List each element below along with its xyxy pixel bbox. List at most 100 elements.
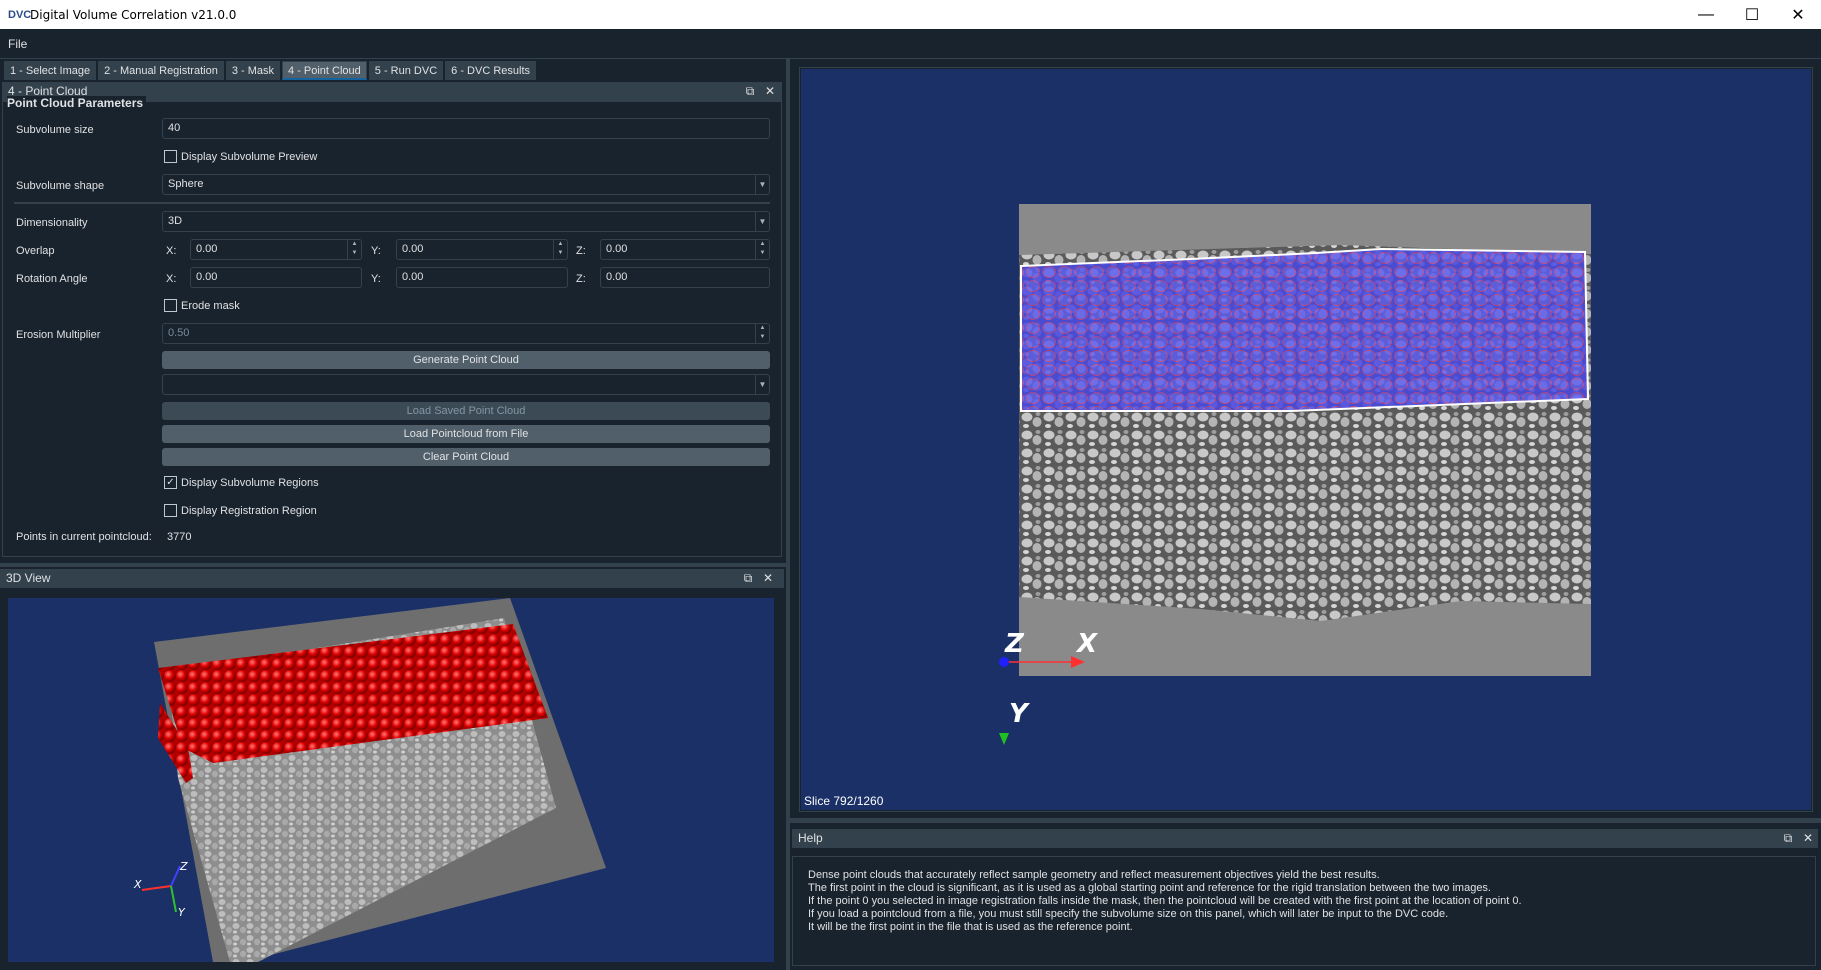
- display-registration-region-checkbox[interactable]: Display Registration Region: [164, 504, 317, 517]
- checkbox-box: [164, 504, 177, 517]
- display-registration-region-label: Display Registration Region: [181, 504, 317, 517]
- help-text: Dense point clouds that accurately refle…: [808, 869, 1522, 934]
- mask-overlay: [1020, 247, 1590, 412]
- vertical-splitter[interactable]: [786, 59, 790, 970]
- viewer2d-render: Z X Y: [999, 204, 1591, 745]
- generate-point-cloud-button[interactable]: Generate Point Cloud: [162, 351, 770, 369]
- title-bar: DVC Digital Volume Correlation v21.0.0 —…: [0, 0, 1821, 29]
- view3d-axes-widget: X Z Y: [133, 860, 188, 919]
- axis-x-label: X: [1075, 629, 1099, 659]
- tab-run-dvc[interactable]: 5 - Run DVC: [368, 61, 444, 80]
- viewer2d-viewport[interactable]: Z X Y: [801, 69, 1811, 810]
- float-icon[interactable]: ⧉: [1780, 829, 1796, 848]
- spin-arrows-icon[interactable]: ▲ ▼: [755, 324, 769, 343]
- float-icon[interactable]: ⧉: [740, 569, 756, 588]
- axis-y-label: Y: [1009, 699, 1031, 729]
- menu-file[interactable]: File: [8, 37, 27, 51]
- view3d-panel-header: 3D View ⧉ ✕: [0, 569, 784, 588]
- axis-x-label: X: [133, 878, 142, 891]
- checkbox-box: [164, 299, 177, 312]
- subvolume-shape-select[interactable]: Sphere ▼: [162, 174, 770, 195]
- subvolume-size-label: Subvolume size: [16, 124, 94, 136]
- points-count-label: Points in current pointcloud:: [16, 531, 152, 543]
- tab-dvc-results[interactable]: 6 - DVC Results: [445, 61, 536, 80]
- view3d-panel-title: 3D View: [6, 571, 51, 585]
- menu-bar: File: [0, 29, 1821, 59]
- erode-mask-label: Erode mask: [181, 299, 240, 312]
- slice-indicator: Slice 792/1260: [804, 794, 884, 808]
- rotation-y-input[interactable]: 0.00: [396, 267, 568, 288]
- display-subvolume-regions-checkbox[interactable]: ✓ Display Subvolume Regions: [164, 476, 319, 489]
- help-line: If the point 0 you selected in image reg…: [808, 895, 1522, 907]
- chevron-down-icon: ▼: [755, 175, 769, 194]
- overlap-x-value: 0.00: [196, 243, 218, 255]
- view3d-viewport[interactable]: X Z Y: [8, 598, 774, 962]
- subvolume-shape-value: Sphere: [168, 178, 204, 190]
- help-panel-header: Help ⧉ ✕: [792, 829, 1818, 848]
- axis-z-label: Z: [1004, 629, 1025, 659]
- dimensionality-select[interactable]: 3D ▼: [162, 211, 770, 232]
- subvolume-shape-label: Subvolume shape: [16, 180, 105, 192]
- load-saved-point-cloud-button[interactable]: Load Saved Point Cloud: [162, 402, 770, 420]
- clear-point-cloud-button[interactable]: Clear Point Cloud: [162, 448, 770, 466]
- overlap-z-label: Z:: [576, 245, 586, 257]
- maximize-icon[interactable]: ☐: [1729, 0, 1775, 29]
- close-icon[interactable]: ✕: [760, 569, 776, 588]
- erosion-multiplier-value: 0.50: [168, 327, 190, 339]
- pointcloud-select[interactable]: ▼: [162, 374, 770, 395]
- tab-point-cloud[interactable]: 4 - Point Cloud: [282, 61, 367, 80]
- rotation-x-label: X:: [166, 273, 177, 285]
- checkbox-box: [164, 150, 177, 163]
- rotation-x-input[interactable]: 0.00: [190, 267, 362, 288]
- chevron-down-icon: ▼: [755, 375, 769, 394]
- group-title: Point Cloud Parameters: [7, 96, 147, 110]
- close-icon[interactable]: ✕: [1775, 0, 1821, 29]
- help-splitter[interactable]: [790, 818, 1821, 823]
- overlap-x-spinbox[interactable]: 0.00 ▲ ▼: [190, 239, 362, 260]
- checkmark-icon: ✓: [164, 476, 177, 489]
- help-line: The first point in the cloud is signific…: [808, 882, 1491, 894]
- view3d-render: X Z Y: [133, 598, 606, 962]
- load-pointcloud-from-file-button[interactable]: Load Pointcloud from File: [162, 425, 770, 443]
- overlap-x-label: X:: [166, 245, 177, 257]
- close-icon[interactable]: ✕: [1800, 829, 1816, 848]
- spin-arrows-icon[interactable]: ▲ ▼: [347, 240, 361, 259]
- window-title: Digital Volume Correlation v21.0.0: [30, 7, 237, 22]
- overlap-y-label: Y:: [371, 245, 381, 257]
- close-icon[interactable]: ✕: [762, 82, 778, 101]
- tab-mask[interactable]: 3 - Mask: [225, 61, 281, 80]
- overlap-y-value: 0.00: [402, 243, 424, 255]
- overlap-z-spinbox[interactable]: 0.00 ▲ ▼: [600, 239, 770, 260]
- spin-arrows-icon[interactable]: ▲ ▼: [755, 240, 769, 259]
- divider: [14, 202, 770, 204]
- minimize-icon[interactable]: —: [1683, 0, 1729, 29]
- display-subvolume-regions-label: Display Subvolume Regions: [181, 476, 319, 489]
- chevron-down-icon: ▼: [755, 212, 769, 231]
- dimensionality-value: 3D: [168, 215, 183, 227]
- horizontal-splitter[interactable]: [0, 563, 786, 567]
- help-line: It will be the first point in the file t…: [808, 921, 1133, 933]
- app-logo-icon: DVC: [8, 8, 32, 21]
- help-line: Dense point clouds that accurately refle…: [808, 869, 1380, 881]
- dimensionality-label: Dimensionality: [16, 217, 88, 229]
- erode-mask-checkbox[interactable]: Erode mask: [164, 299, 240, 312]
- axis-z-label: Z: [179, 860, 188, 873]
- tab-bar: 1 - Select Image 2 - Manual Registration…: [4, 61, 538, 81]
- float-icon[interactable]: ⧉: [742, 82, 758, 101]
- spin-arrows-icon[interactable]: ▲ ▼: [553, 240, 567, 259]
- rotation-z-label: Z:: [576, 273, 586, 285]
- overlap-label: Overlap: [16, 245, 55, 257]
- tab-select-image[interactable]: 1 - Select Image: [4, 61, 97, 80]
- subvolume-size-input[interactable]: 40: [162, 118, 770, 139]
- display-subvolume-preview-checkbox[interactable]: Display Subvolume Preview: [164, 150, 317, 163]
- erosion-multiplier-label: Erosion Multiplier: [16, 329, 101, 341]
- axis-y-label: Y: [178, 906, 186, 919]
- points-count-value: 3770: [167, 531, 192, 543]
- erosion-multiplier-spinbox[interactable]: 0.50 ▲ ▼: [162, 323, 770, 344]
- overlap-z-value: 0.00: [606, 243, 628, 255]
- rotation-y-label: Y:: [371, 273, 381, 285]
- rotation-z-input[interactable]: 0.00: [600, 267, 770, 288]
- display-subvolume-preview-label: Display Subvolume Preview: [181, 150, 318, 163]
- overlap-y-spinbox[interactable]: 0.00 ▲ ▼: [396, 239, 568, 260]
- tab-manual-registration[interactable]: 2 - Manual Registration: [98, 61, 224, 80]
